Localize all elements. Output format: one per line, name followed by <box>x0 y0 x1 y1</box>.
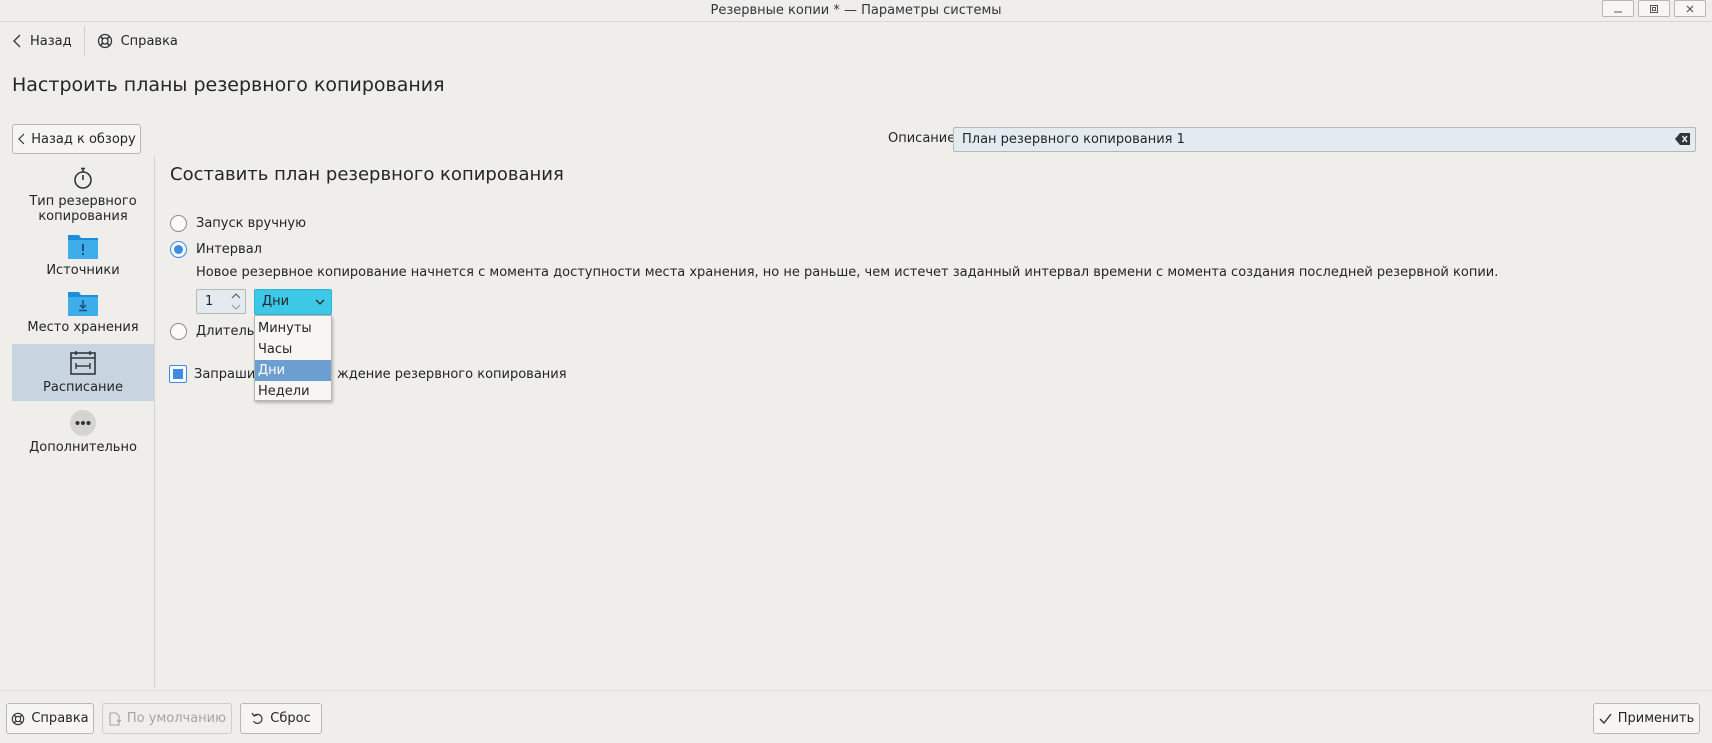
minimize-icon <box>1614 11 1622 12</box>
interval-value: 1 <box>205 294 214 309</box>
back-label: Назад <box>30 33 72 49</box>
window-controls <box>1602 0 1706 20</box>
sidebar-item-destination[interactable]: Место хранения <box>12 287 154 344</box>
interval-unit-value: Дни <box>262 294 290 309</box>
timer-icon <box>74 167 92 189</box>
defaults-button[interactable]: По умолчанию <box>102 703 232 734</box>
help-label: Справка <box>120 33 178 49</box>
interval-description: Новое резервное копирование начнется с м… <box>196 265 1499 280</box>
sidebar-item-label: Дополнительно <box>29 440 137 455</box>
apply-label: Применить <box>1617 711 1695 726</box>
maximize-icon <box>1650 4 1658 13</box>
description-value: План резервного копирования 1 <box>962 132 1185 147</box>
chevron-down-icon <box>315 299 325 305</box>
undo-icon <box>251 712 263 724</box>
description-input[interactable]: План резервного копирования 1 <box>953 127 1696 152</box>
defaults-label: По умолчанию <box>126 711 227 726</box>
description-label: Описание: <box>888 131 960 146</box>
more-icon <box>70 410 96 436</box>
top-toolbar: Назад Справка <box>0 24 1712 58</box>
spin-arrows-icon[interactable] <box>230 291 242 312</box>
chevron-left-icon <box>13 34 21 48</box>
help-lifebuoy-icon <box>97 33 112 49</box>
back-button[interactable]: Назад <box>0 24 84 58</box>
sidebar-item-label: Источники <box>46 263 120 278</box>
interval-unit-dropdown: Минуты Часы Дни Недели <box>254 315 332 401</box>
sidebar-item-advanced[interactable]: Дополнительно <box>12 401 154 458</box>
dropdown-option-hours[interactable]: Часы <box>255 339 331 360</box>
manual-radio[interactable] <box>170 215 187 232</box>
manual-label[interactable]: Запуск вручную <box>196 216 306 231</box>
sidebar-item-sources[interactable]: Источники <box>12 230 154 287</box>
close-button[interactable] <box>1674 0 1706 17</box>
sidebar-item-label: Место хранения <box>27 320 139 335</box>
calendar-icon <box>70 351 96 375</box>
back-to-overview-button[interactable]: Назад к обзору <box>12 124 141 154</box>
reset-label: Сброс <box>270 711 311 726</box>
sidebar-item-schedule[interactable]: Расписание <box>12 344 154 401</box>
close-icon <box>1686 5 1694 12</box>
page-title: Настроить планы резервного копирования <box>12 74 445 96</box>
usage-radio[interactable] <box>170 323 187 340</box>
sidebar-item-backup-type[interactable]: Тип резервного копирования <box>12 158 154 230</box>
sidebar: Тип резервного копирования Источники Мес… <box>12 158 154 458</box>
apply-button[interactable]: Применить <box>1593 703 1700 734</box>
footer-help-button[interactable]: Справка <box>6 703 94 734</box>
sidebar-item-label: Тип резервного копирования <box>29 194 137 224</box>
confirm-label-start[interactable]: Запрашив <box>194 367 263 382</box>
reset-button[interactable]: Сброс <box>240 703 322 734</box>
document-revert-icon <box>109 711 121 726</box>
interval-unit-combobox[interactable]: Дни <box>254 289 332 315</box>
checkmark-icon <box>1599 713 1612 724</box>
window-title: Резервные копии * — Параметры системы <box>710 3 1002 18</box>
interval-label[interactable]: Интервал <box>196 242 262 257</box>
interval-value-spinbox[interactable]: 1 <box>196 289 246 314</box>
maximize-button[interactable] <box>1638 0 1670 17</box>
interval-radio[interactable] <box>170 241 187 258</box>
dropdown-option-minutes[interactable]: Минуты <box>255 318 331 339</box>
confirm-label-end[interactable]: ждение резервного копирования <box>337 367 567 382</box>
dropdown-option-days[interactable]: Дни <box>255 360 331 381</box>
folder-icon <box>68 235 98 259</box>
chevron-left-icon <box>18 133 25 145</box>
help-button[interactable]: Справка <box>85 24 190 58</box>
minimize-button[interactable] <box>1602 0 1634 17</box>
help-lifebuoy-icon <box>12 712 25 725</box>
clear-text-icon[interactable] <box>1675 132 1691 146</box>
folder-download-icon <box>68 292 98 316</box>
footer-help-label: Справка <box>31 711 89 726</box>
footer-divider <box>0 690 1712 691</box>
dropdown-option-weeks[interactable]: Недели <box>255 381 331 402</box>
usage-label[interactable]: Длительн <box>196 324 263 339</box>
window-titlebar: Резервные копии * — Параметры системы <box>0 0 1712 22</box>
sidebar-divider <box>154 155 155 688</box>
sidebar-item-label: Расписание <box>43 380 123 395</box>
section-title: Составить план резервного копирования <box>170 164 564 185</box>
confirm-checkbox[interactable] <box>169 365 187 383</box>
back-to-overview-label: Назад к обзору <box>31 131 136 147</box>
